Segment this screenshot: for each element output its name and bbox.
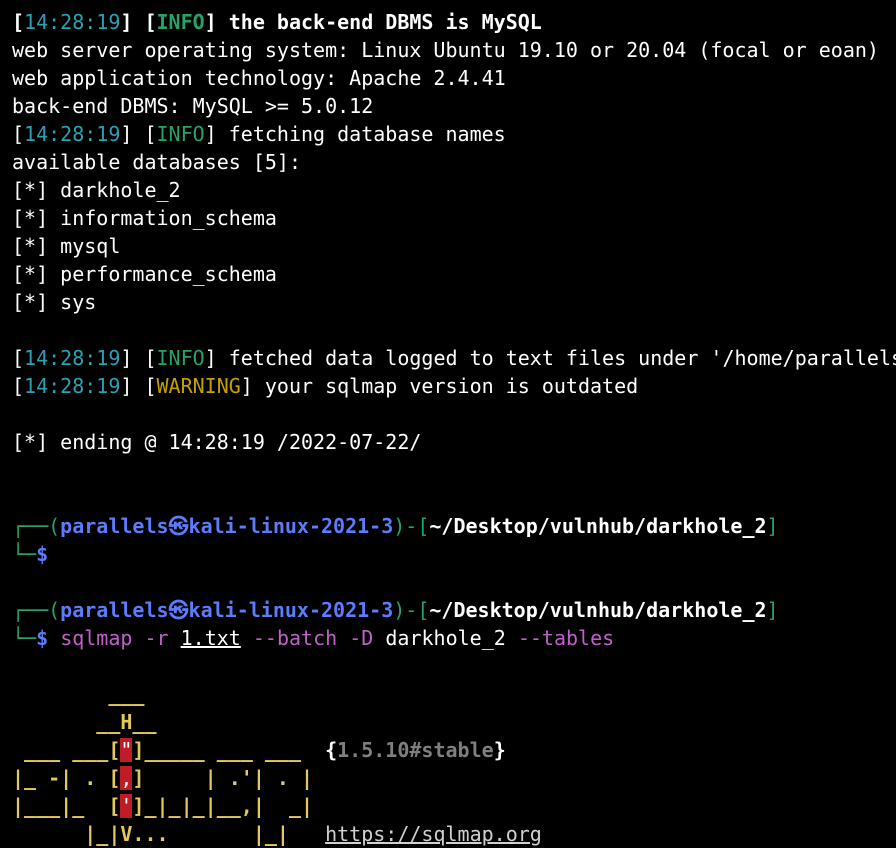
banner-line-4: |_ -| . [,] | .'| . | <box>12 766 314 790</box>
log-line-warning: [14:28:19] [WARNING] your sqlmap version… <box>12 374 639 398</box>
command-line[interactable]: └─$ sqlmap -r 1.txt --batch -D darkhole_… <box>12 624 896 652</box>
log-message: your sqlmap version is outdated <box>252 374 639 398</box>
prompt-dollar: $ <box>36 626 49 650</box>
log-timestamp: 14:28:19 <box>24 346 121 370</box>
log-level: INFO <box>156 10 205 34</box>
log-message: fetched data logged to text files under … <box>216 346 896 370</box>
log-message: the back-end DBMS is MySQL <box>216 10 542 34</box>
log-level: INFO <box>156 122 205 146</box>
flag-batch: --batch <box>252 626 338 650</box>
log-message: fetching database names <box>216 122 506 146</box>
banner-line-3: ___ ___["]_____ ___ ___ {1.5.10#stable} <box>12 738 506 762</box>
log-line: [*] performance_schema <box>12 262 277 286</box>
log-line-info: [14:28:19] [INFO] fetched data logged to… <box>12 344 896 372</box>
log-line: [*] ending @ 14:28:19 /2022-07-22/ <box>12 430 422 454</box>
log-line: back-end DBMS: MySQL >= 5.0.12 <box>12 94 374 118</box>
log-line: [*] sys <box>12 290 97 314</box>
command-db: darkhole_2 <box>385 626 506 650</box>
prompt-path: ~/Desktop/vulnhub/darkhole_2 <box>429 598 767 622</box>
log-line: [*] mysql <box>12 234 121 258</box>
prompt-line-top: ┌──(parallels㉿kali-linux-2021-3)-[~/Desk… <box>12 514 779 538</box>
log-line: web application technology: Apache 2.4.4… <box>12 66 506 90</box>
log-line: [*] darkhole_2 <box>12 178 181 202</box>
log-line-info: [14:28:19] [INFO] the back-end DBMS is M… <box>12 10 542 34</box>
prompt-dollar: $ <box>36 542 49 566</box>
log-line: web server operating system: Linux Ubunt… <box>12 38 879 62</box>
flag-r: -r <box>144 626 169 650</box>
log-timestamp: 14:28:19 <box>24 10 121 34</box>
prompt-user-host: parallels㉿kali-linux-2021-3 <box>60 514 394 538</box>
prompt-line-top: ┌──(parallels㉿kali-linux-2021-3)-[~/Desk… <box>12 598 779 622</box>
sqlmap-version: 1.5.10#stable <box>337 738 494 762</box>
log-level: INFO <box>156 346 205 370</box>
banner-line-2: __H__ <box>12 710 157 734</box>
banner-line-1: ___ <box>12 682 145 706</box>
log-timestamp: 14:28:19 <box>24 122 121 146</box>
log-line: [*] information_schema <box>12 206 277 230</box>
log-line-info: [14:28:19] [INFO] fetching database name… <box>12 122 506 146</box>
banner-line-6: |_|V... |_| https://sqlmap.org <box>12 822 542 846</box>
log-lines: [14:28:19] [INFO] the back-end DBMS is M… <box>12 8 896 512</box>
command-bin: sqlmap <box>60 626 133 650</box>
prompt-line-bottom: └─$ <box>12 542 49 566</box>
flag-tables: --tables <box>517 626 615 650</box>
terminal-output[interactable]: [14:28:19] [INFO] the back-end DBMS is M… <box>12 8 896 848</box>
prompt-path: ~/Desktop/vulnhub/darkhole_2 <box>429 514 767 538</box>
banner-line-5: |___|_ [']_|_|_|__,| _| <box>12 794 314 818</box>
log-level: WARNING <box>156 374 241 398</box>
command-file[interactable]: 1.txt <box>181 626 241 650</box>
sqlmap-url[interactable]: https://sqlmap.org <box>325 822 542 846</box>
log-line: available databases [5]: <box>12 150 301 174</box>
prompt-user-host: parallels㉿kali-linux-2021-3 <box>60 598 394 622</box>
log-timestamp: 14:28:19 <box>24 374 121 398</box>
flag-D: -D <box>349 626 374 650</box>
